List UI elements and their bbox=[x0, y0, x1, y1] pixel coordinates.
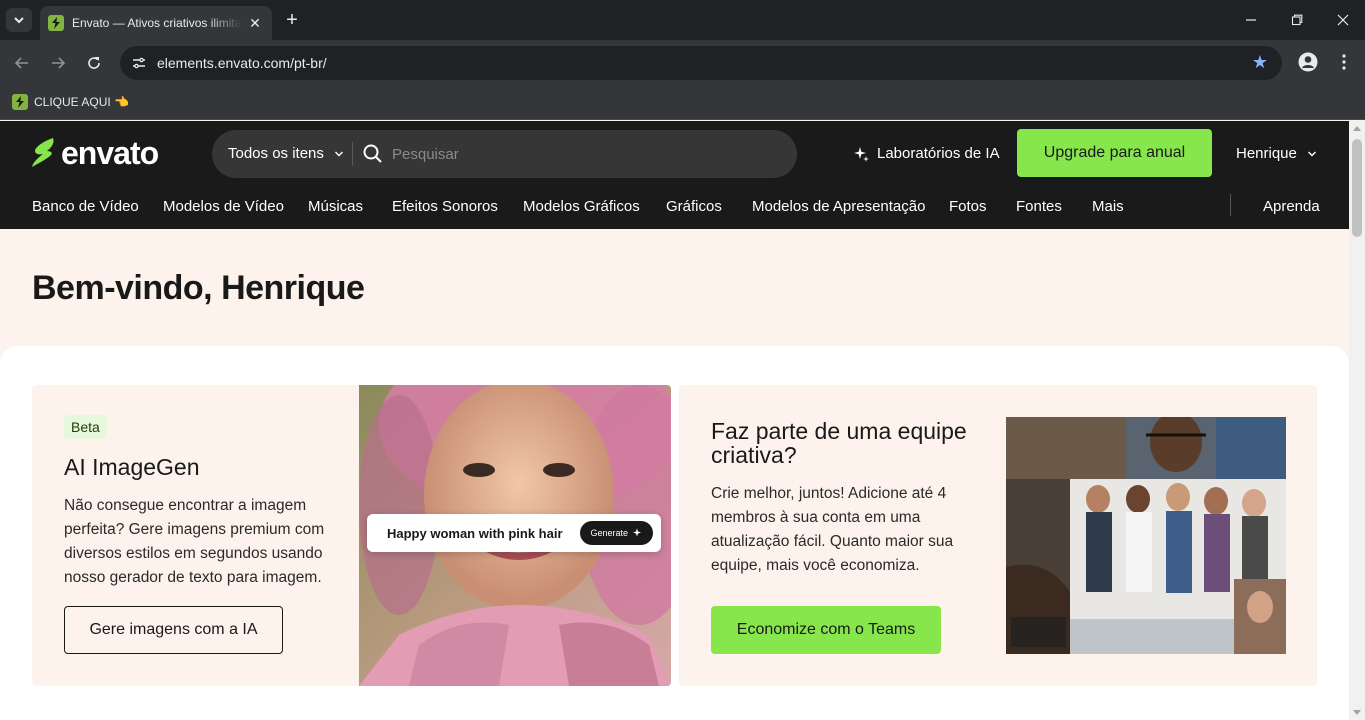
ai-labs-link[interactable]: Laboratórios de IA bbox=[853, 145, 1000, 162]
prompt-input-mock: Happy woman with pink hair Generate bbox=[367, 514, 661, 552]
bookmarks-bar: CLIQUE AQUI 👈 bbox=[0, 86, 1365, 120]
generate-label: Generate bbox=[590, 528, 628, 538]
site-header: envato Todos os itens Laboratórios de IA… bbox=[0, 121, 1349, 229]
chevron-down-icon bbox=[1307, 151, 1316, 156]
address-bar[interactable]: elements.envato.com/pt-br/ ★ bbox=[120, 46, 1282, 80]
nav-item-efeitos-sonoros[interactable]: Efeitos Sonoros bbox=[392, 198, 498, 215]
ai-imagegen-title: AI ImageGen bbox=[64, 454, 200, 480]
tab-title: Envato — Ativos criativos ilimitados bbox=[72, 16, 242, 30]
ai-imagegen-description: Não consegue encontrar a imagem perfeita… bbox=[64, 497, 325, 586]
search-bar[interactable]: Todos os itens bbox=[212, 130, 797, 178]
bookmark-item[interactable]: CLIQUE AQUI 👈 bbox=[12, 92, 129, 112]
new-tab-button[interactable]: + bbox=[282, 8, 302, 32]
ai-labs-label: Laboratórios de IA bbox=[877, 145, 1000, 162]
page-title: Bem-vindo, Henrique bbox=[32, 269, 365, 307]
upgrade-button[interactable]: Upgrade para anual bbox=[1017, 129, 1212, 177]
site-info-icon[interactable] bbox=[128, 52, 150, 74]
ai-generated-portrait-image: Happy woman with pink hair Generate bbox=[359, 385, 671, 686]
generate-mock-button: Generate bbox=[580, 521, 653, 545]
nav-item-modelos-de-apresentacao[interactable]: Modelos de Apresentação bbox=[752, 198, 925, 215]
tab-search-button[interactable] bbox=[6, 8, 32, 32]
teams-title: Faz parte de uma equipe criativa? bbox=[711, 418, 967, 468]
restore-icon[interactable] bbox=[1282, 8, 1312, 32]
nav-item-fontes[interactable]: Fontes bbox=[1016, 198, 1062, 215]
url-text: elements.envato.com/pt-br/ bbox=[157, 55, 327, 71]
nav-item-banco-de-video[interactable]: Banco de Vídeo bbox=[32, 198, 139, 215]
close-window-icon[interactable] bbox=[1328, 8, 1358, 32]
nav-item-graficos[interactable]: Gráficos bbox=[666, 198, 722, 215]
beta-badge: Beta bbox=[64, 415, 107, 439]
nav-item-fotos[interactable]: Fotos bbox=[949, 198, 987, 215]
welcome-hero: Bem-vindo, Henrique bbox=[0, 229, 1349, 346]
envato-page: envato Todos os itens Laboratórios de IA… bbox=[0, 121, 1349, 720]
browser-tab-bar: Envato — Ativos criativos ilimitados ✕ + bbox=[0, 0, 1365, 40]
browser-toolbar: elements.envato.com/pt-br/ ★ bbox=[0, 40, 1365, 86]
search-icon bbox=[362, 143, 384, 165]
logo-text: envato bbox=[61, 135, 159, 171]
browser-tab[interactable]: Envato — Ativos criativos ilimitados ✕ bbox=[40, 6, 272, 40]
main-content: Beta AI ImageGen Não consegue encontrar … bbox=[0, 346, 1349, 720]
profile-icon[interactable] bbox=[1297, 51, 1319, 73]
nav-item-mais[interactable]: Mais bbox=[1092, 198, 1124, 215]
bookmark-label: CLIQUE AQUI 👈 bbox=[34, 95, 129, 109]
search-input[interactable] bbox=[392, 144, 772, 164]
ai-imagegen-card: Beta AI ImageGen Não consegue encontrar … bbox=[32, 385, 671, 686]
teams-card: Faz parte de uma equipe criativa? Crie m… bbox=[679, 385, 1317, 686]
nav-divider bbox=[1230, 194, 1231, 216]
reload-icon[interactable] bbox=[82, 51, 106, 75]
teams-description: Crie melhor, juntos! Adicione até 4 memb… bbox=[711, 485, 954, 574]
bookmark-star-icon[interactable]: ★ bbox=[1252, 52, 1268, 73]
sparkle-icon bbox=[633, 528, 641, 537]
search-category-label: Todos os itens bbox=[228, 145, 324, 162]
nav-item-modelos-graficos[interactable]: Modelos Gráficos bbox=[523, 198, 640, 215]
envato-leaf-icon bbox=[32, 137, 54, 167]
category-nav: Banco de Vídeo Modelos de Vídeo Músicas … bbox=[0, 185, 1349, 229]
nav-item-modelos-de-video[interactable]: Modelos de Vídeo bbox=[163, 198, 284, 215]
back-arrow-icon[interactable] bbox=[10, 51, 34, 75]
teams-button[interactable]: Economize com o Teams bbox=[711, 606, 941, 654]
browser-menu-icon[interactable] bbox=[1334, 51, 1354, 73]
search-category-dropdown[interactable]: Todos os itens bbox=[228, 145, 344, 162]
envato-favicon-icon bbox=[48, 15, 64, 31]
chevron-down-icon bbox=[14, 17, 24, 24]
envato-logo[interactable]: envato bbox=[31, 135, 159, 172]
envato-favicon-icon bbox=[12, 94, 28, 110]
search-divider bbox=[352, 142, 353, 166]
team-collage-image bbox=[1006, 417, 1286, 654]
nav-item-musicas[interactable]: Músicas bbox=[308, 198, 363, 215]
forward-arrow-icon[interactable] bbox=[46, 51, 70, 75]
generate-images-button[interactable]: Gere imagens com a IA bbox=[64, 606, 283, 654]
page-scrollbar[interactable] bbox=[1349, 121, 1365, 720]
user-name: Henrique bbox=[1236, 145, 1297, 162]
close-tab-icon[interactable]: ✕ bbox=[246, 15, 264, 32]
sparkle-icon bbox=[854, 146, 869, 162]
user-menu[interactable]: Henrique bbox=[1236, 145, 1317, 162]
chevron-down-icon bbox=[334, 151, 343, 156]
nav-item-aprenda[interactable]: Aprenda bbox=[1263, 198, 1320, 215]
scroll-up-arrow-icon[interactable] bbox=[1353, 126, 1361, 131]
minimize-icon[interactable] bbox=[1236, 8, 1266, 32]
scroll-down-arrow-icon[interactable] bbox=[1353, 710, 1361, 715]
prompt-text: Happy woman with pink hair bbox=[387, 526, 563, 541]
scroll-thumb[interactable] bbox=[1352, 139, 1362, 237]
